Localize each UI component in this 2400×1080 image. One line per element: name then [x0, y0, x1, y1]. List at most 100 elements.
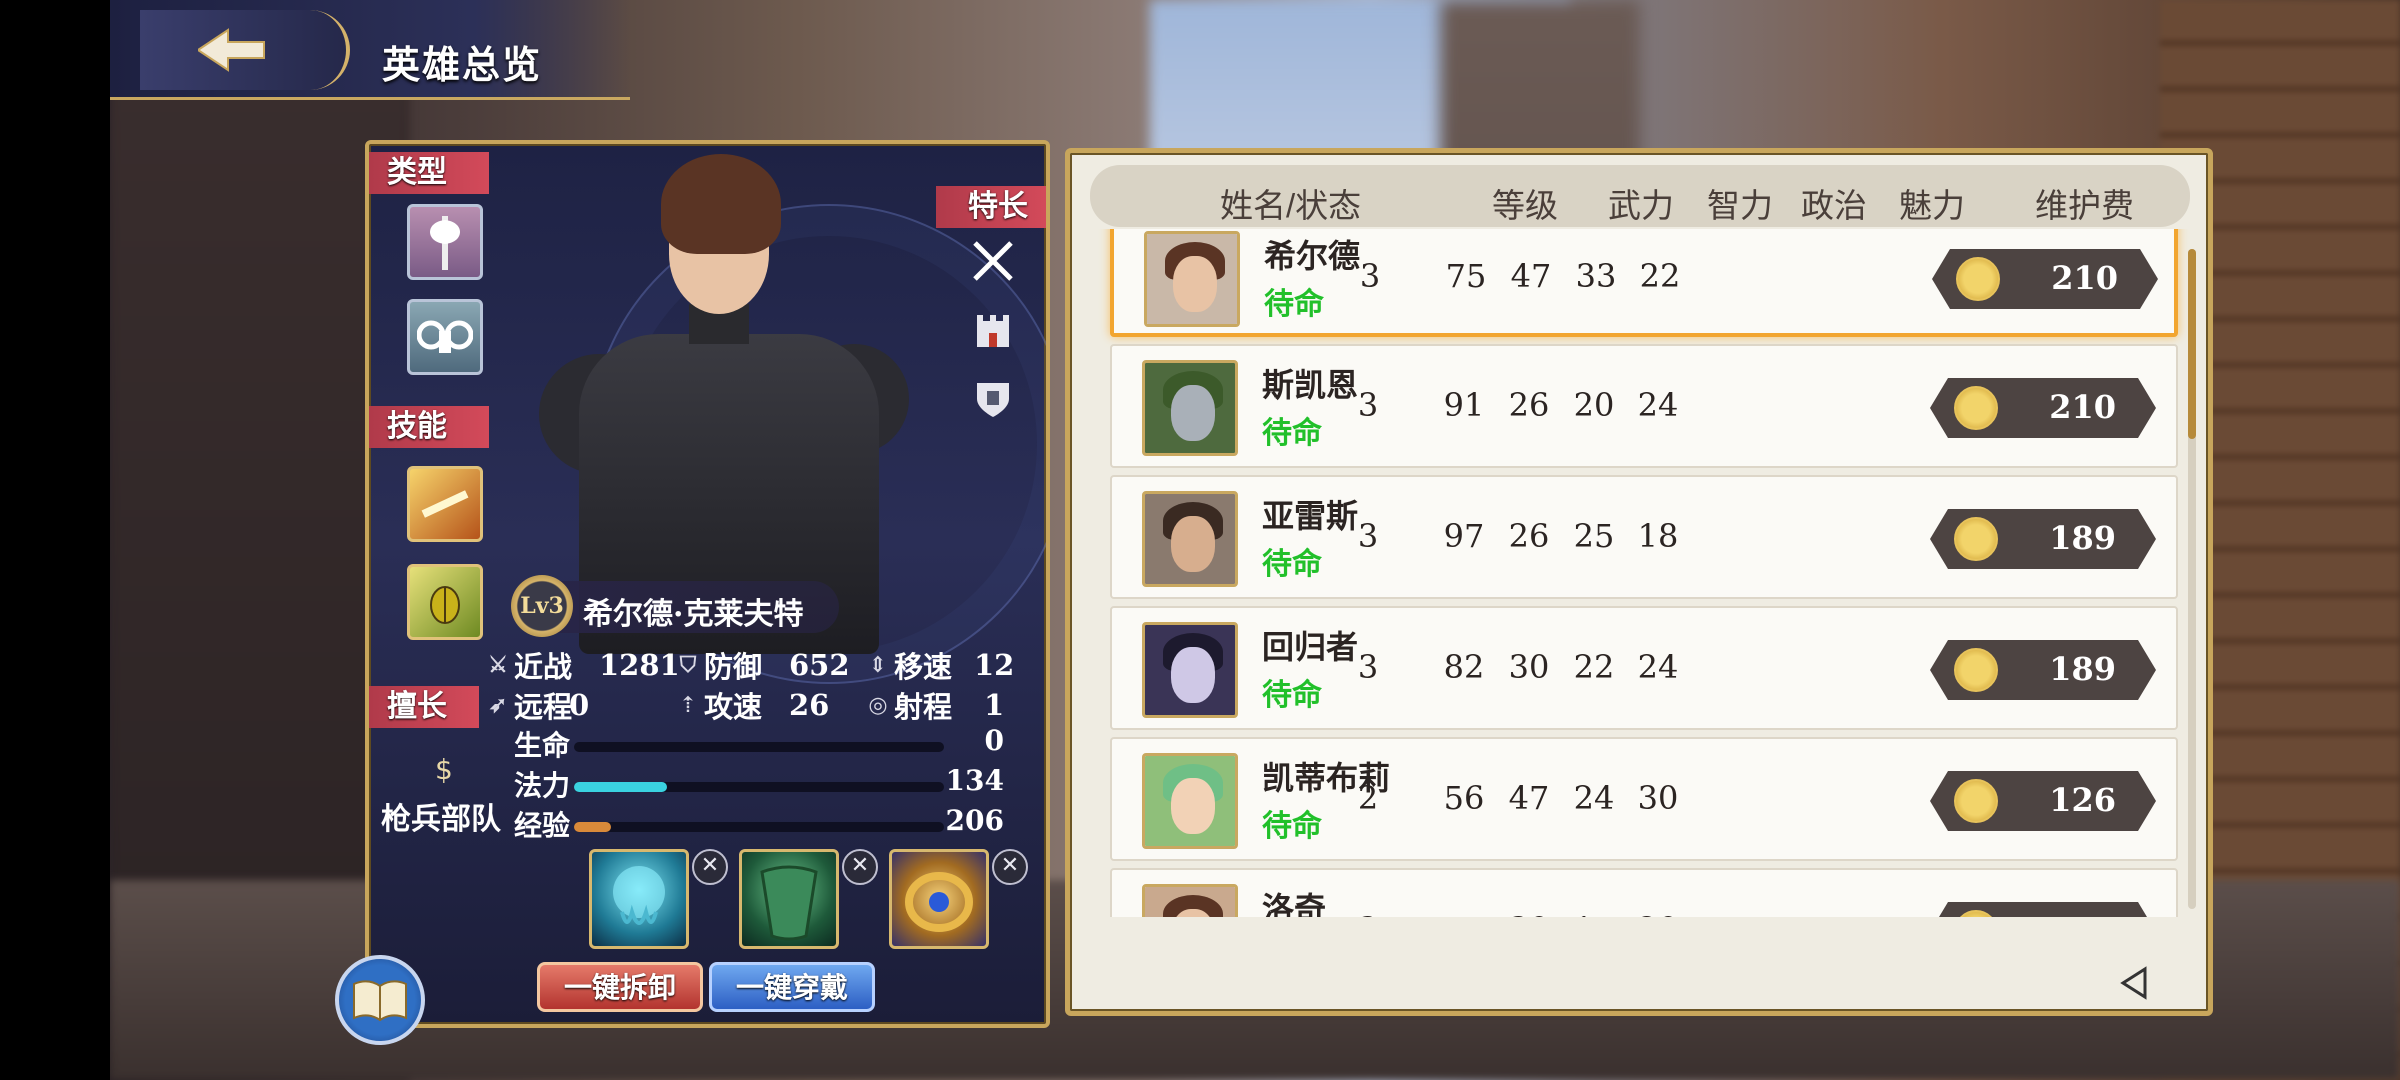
- hero-list-panel: 姓名/状态 等级 武力 智力 政治 魅力 维护费 希尔德 待命 3 75 47 33 2…: [1065, 148, 2213, 1016]
- hero-row[interactable]: 亚雷斯 待命 3 97 26 25 18 189: [1110, 475, 2178, 599]
- hero-row-level: 3: [1359, 257, 1381, 295]
- hero-name: 希尔德·克莱夫特: [583, 597, 804, 632]
- hero-avatar: [1142, 360, 1238, 456]
- hero-row[interactable]: 斯凯恩 待命 3 91 26 20 24 210: [1110, 344, 2178, 468]
- hero-row[interactable]: 回归者 待命 3 82 30 22 24 189: [1110, 606, 2178, 730]
- equipment-slot-2[interactable]: [739, 849, 839, 949]
- hero-avatar: [1144, 231, 1240, 327]
- back-button[interactable]: [140, 10, 350, 90]
- hero-row[interactable]: 凯蒂布莉 待命 2 56 47 24 30 126: [1110, 737, 2178, 861]
- fortress-icon[interactable]: [968, 304, 1018, 354]
- hero-row-upkeep: 126: [2049, 781, 2116, 819]
- upkeep-badge: 189: [1930, 509, 2156, 569]
- hero-row-upkeep: 210: [2049, 388, 2116, 426]
- col-name-status[interactable]: 姓名/状态: [1220, 179, 1361, 227]
- sword-icon: ⚔: [488, 652, 508, 678]
- beetle-skill-icon[interactable]: [407, 564, 483, 640]
- hero-row-level: 2: [1357, 779, 1379, 817]
- hero-row-charm: 18: [1637, 517, 1679, 555]
- sword-slash-skill-icon[interactable]: [407, 466, 483, 542]
- hero-row[interactable]: 洛奇 待命 375301720 189: [1110, 868, 2178, 917]
- stat-attack-speed: ⇡ 攻速 26: [674, 684, 830, 726]
- hero-portrait: [519, 144, 919, 654]
- hero-avatar: [1142, 491, 1238, 587]
- list-header: 姓名/状态 等级 武力 智力 政治 魅力 维护费: [1090, 165, 2190, 227]
- remove-equipment-3-button[interactable]: ✕: [992, 849, 1028, 885]
- helmet-shield-icon[interactable]: [968, 372, 1018, 422]
- collapse-triangle-icon[interactable]: [2115, 963, 2155, 1003]
- gold-coin-icon: [1956, 257, 2000, 301]
- type-tag: 类型: [369, 152, 489, 194]
- axe-type-icon[interactable]: [407, 204, 483, 280]
- spearman-icon: $: [429, 749, 469, 789]
- open-book-icon: [353, 980, 407, 1022]
- skill-tag: 技能: [369, 406, 489, 448]
- stat-melee: ⚔ 近战 1281: [484, 644, 680, 686]
- hero-row-charm: 22: [1639, 257, 1681, 295]
- stat-ranged: ➶ 远程 0: [484, 684, 589, 726]
- gold-coin-icon: [1954, 386, 1998, 430]
- col-level[interactable]: 等级: [1492, 179, 1558, 227]
- crossed-swords-icon[interactable]: [968, 236, 1018, 286]
- upkeep-badge: 210: [1932, 249, 2158, 309]
- stat-range: ◎ 射程 1: [864, 684, 1004, 726]
- stat-move-speed: ⇕ 移速 12: [864, 644, 1015, 686]
- col-force[interactable]: 武力: [1608, 179, 1674, 227]
- specialty-tag: 特长: [936, 186, 1046, 228]
- level-badge: Lv3: [511, 575, 573, 637]
- col-politics[interactable]: 政治: [1801, 179, 1867, 227]
- mana-bar: 法力 134: [514, 764, 1004, 802]
- col-upkeep[interactable]: 维护费: [2035, 179, 2134, 227]
- equipment-slot-1[interactable]: [589, 849, 689, 949]
- upkeep-badge: 189: [1930, 640, 2156, 700]
- hero-row-charm: 30: [1637, 779, 1679, 817]
- list-scrollbar-thumb[interactable]: [2188, 249, 2196, 439]
- col-intellect[interactable]: 智力: [1707, 179, 1773, 227]
- equipment-slot-3[interactable]: [889, 849, 989, 949]
- hero-avatar: [1142, 753, 1238, 849]
- bow-icon: ➶: [488, 692, 508, 718]
- hero-row-upkeep: 189: [2049, 912, 2116, 917]
- ram-horn-type-icon[interactable]: [407, 299, 483, 375]
- hero-name-plate: Lv3 希尔德·克莱夫特: [511, 575, 839, 637]
- shield-icon: ⛉: [679, 652, 697, 678]
- hero-avatar: [1142, 884, 1238, 917]
- expertise-label: 枪兵部队: [381, 802, 501, 837]
- gold-coin-icon: [1954, 779, 1998, 823]
- codex-book-button[interactable]: [335, 955, 425, 1045]
- page-title: 英雄总览: [382, 42, 543, 87]
- gold-coin-icon: [1954, 910, 1998, 917]
- remove-equipment-1-button[interactable]: ✕: [692, 849, 728, 885]
- hero-list[interactable]: 希尔德 待命 3 75 47 33 22 210 斯凯恩 待命 3 91 26 20 24 21…: [1070, 229, 2208, 917]
- unequip-all-button[interactable]: 一键拆卸: [537, 962, 703, 1012]
- attack-speed-icon: ⇡: [678, 692, 698, 718]
- hero-row-charm: 24: [1637, 648, 1679, 686]
- expertise-tag: 擅长: [369, 686, 479, 728]
- top-header: 英雄总览: [110, 0, 670, 100]
- hero-row-upkeep: 210: [2051, 259, 2118, 297]
- hero-row-name: 洛奇: [1262, 890, 1327, 917]
- move-speed-icon: ⇕: [868, 652, 888, 678]
- hero-row[interactable]: 希尔德 待命 3 75 47 33 22 210: [1110, 229, 2178, 337]
- gold-coin-icon: [1954, 517, 1998, 561]
- remove-equipment-2-button[interactable]: ✕: [842, 849, 878, 885]
- hero-row-level: 3: [1328, 910, 1408, 917]
- hero-row-charm: 20: [1618, 910, 1698, 917]
- upkeep-badge: 126: [1930, 771, 2156, 831]
- stat-defense: ⛉ 防御 652: [674, 644, 850, 686]
- hero-row-status: 待命: [1262, 416, 1322, 451]
- hp-bar: 生命 0: [514, 724, 1004, 762]
- back-arrow-icon: [198, 28, 265, 72]
- list-scrollbar[interactable]: [2188, 249, 2196, 909]
- hero-row-status: 待命: [1262, 809, 1322, 844]
- hero-row-level: 3: [1357, 386, 1379, 424]
- hero-row-level: 3: [1357, 648, 1379, 686]
- exp-bar: 经验 206: [514, 804, 1004, 842]
- hero-row-status: 待命: [1262, 547, 1322, 582]
- gold-coin-icon: [1954, 648, 1998, 692]
- upkeep-badge: 189: [1930, 902, 2156, 917]
- equip-all-button[interactable]: 一键穿戴: [709, 962, 875, 1012]
- col-charm[interactable]: 魅力: [1899, 179, 1965, 227]
- hero-row-status: 待命: [1264, 287, 1324, 322]
- svg-text:$: $: [435, 753, 453, 786]
